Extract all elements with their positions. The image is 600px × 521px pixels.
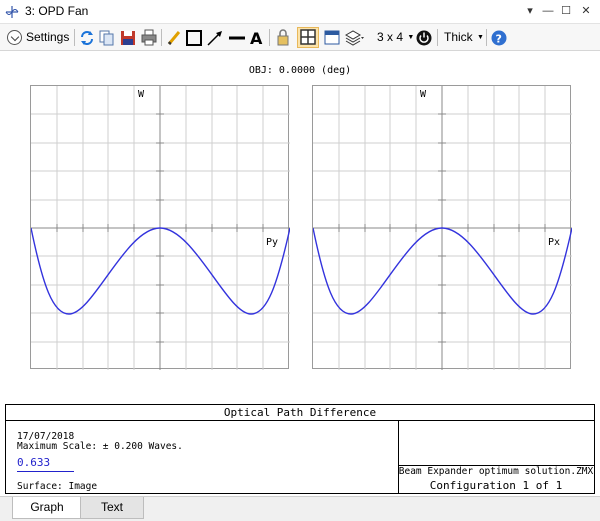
object-field-label: OBJ: 0.0000 (deg) <box>248 65 352 76</box>
chevron-down-icon: ▼ <box>407 34 415 42</box>
thickness-label: Thick <box>444 30 473 44</box>
lock-icon[interactable] <box>275 27 291 48</box>
crosshair-button[interactable] <box>297 27 319 48</box>
svg-text:A: A <box>250 29 263 48</box>
horizontal-axis-label: Py <box>266 237 279 248</box>
sagittal-fan-graph <box>313 86 572 370</box>
text-icon[interactable]: A <box>249 27 265 48</box>
arrow-icon[interactable] <box>206 27 224 48</box>
tangential-fan-graph <box>31 86 290 370</box>
layout-dropdown[interactable]: 3 x 4 ▼ <box>377 27 414 48</box>
crosshair-icon <box>300 29 316 45</box>
info-panel: Optical Path Difference 17/07/2018 Maxim… <box>5 404 595 494</box>
settings-label: Settings <box>26 30 70 44</box>
layout-label: 3 x 4 <box>377 30 404 44</box>
pencil-icon[interactable] <box>166 27 182 48</box>
tab-bar: Graph Text <box>0 496 600 521</box>
window-icon[interactable] <box>323 27 341 48</box>
help-icon[interactable]: ? <box>490 27 508 48</box>
horizontal-axis-label: Px <box>548 237 561 248</box>
power-icon[interactable] <box>415 27 433 48</box>
chevron-down-icon <box>7 30 22 45</box>
separator <box>161 29 162 46</box>
chevron-down-icon: ▼ <box>477 34 484 42</box>
wavelength-text: 0.633 <box>17 456 51 469</box>
thickness-dropdown[interactable]: Thick ▼ <box>444 27 484 48</box>
tab-text[interactable]: Text <box>80 497 144 519</box>
dropdown-icon[interactable]: ▾ <box>522 3 538 19</box>
settings-button[interactable]: Settings <box>7 27 71 48</box>
separator <box>486 29 487 46</box>
configuration-text: Configuration 1 of 1 <box>429 479 563 492</box>
minimize-button[interactable]: — <box>540 3 556 19</box>
rectangle-icon[interactable] <box>185 27 203 48</box>
maximize-button[interactable]: ☐ <box>558 3 574 19</box>
line-icon[interactable] <box>228 27 246 48</box>
max-scale-text: Maximum Scale: ± 0.200 Waves. <box>17 441 183 452</box>
window-title: 3: OPD Fan <box>25 4 89 18</box>
title-bar: 3: OPD Fan ▾ — ☐ ✕ <box>0 0 600 24</box>
print-icon[interactable] <box>140 27 158 48</box>
info-title: Optical Path Difference <box>6 405 594 421</box>
vertical-axis-label: W <box>138 89 145 100</box>
close-button[interactable]: ✕ <box>578 3 594 19</box>
separator <box>269 29 270 46</box>
layers-icon[interactable] <box>344 27 364 48</box>
wavelength-line <box>17 471 74 472</box>
toolbar: Settings A 3 x 4 ▼ Thick ▼ ? <box>0 24 600 51</box>
separator <box>74 29 75 46</box>
separator <box>437 29 438 46</box>
tab-graph[interactable]: Graph <box>12 497 82 519</box>
sagittal-fan-plot: W Px <box>312 85 572 370</box>
copy-icon[interactable] <box>98 27 116 48</box>
surface-text: Surface: Image <box>17 481 98 492</box>
vertical-axis-label: W <box>420 89 427 100</box>
svg-text:?: ? <box>496 33 502 46</box>
app-icon <box>5 6 19 18</box>
file-name-text: Beam Expander optimum solution.ZMX <box>398 466 594 477</box>
save-icon[interactable] <box>119 27 137 48</box>
tangential-fan-plot: W Py <box>30 85 290 370</box>
refresh-icon[interactable] <box>78 27 96 48</box>
